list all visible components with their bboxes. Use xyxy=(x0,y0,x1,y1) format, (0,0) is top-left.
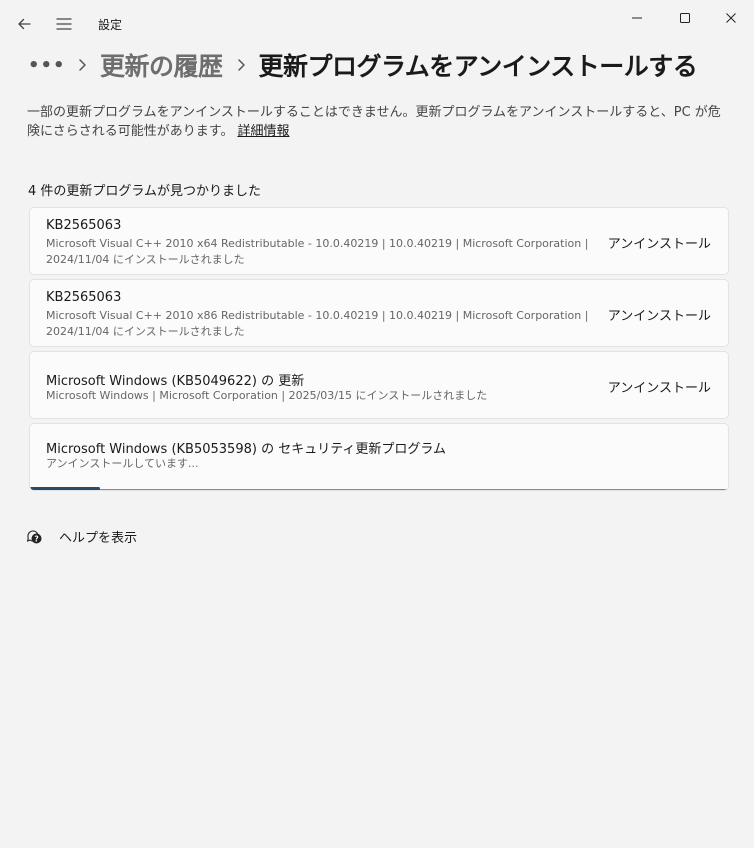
learn-more-link[interactable]: 詳細情報 xyxy=(237,124,289,139)
uninstall-progress-bar xyxy=(30,487,100,490)
update-meta: Microsoft Visual C++ 2010 x64 Redistribu… xyxy=(46,236,606,268)
maximize-icon xyxy=(680,13,690,23)
update-title: KB2565063 xyxy=(46,290,122,305)
nav-menu-button[interactable] xyxy=(52,12,76,36)
uninstall-button[interactable]: アンインストール xyxy=(608,377,711,396)
close-icon xyxy=(726,13,736,23)
update-title: Microsoft Windows (KB5049622) の 更新 xyxy=(46,374,305,389)
update-meta-line1: Microsoft Windows | Microsoft Corporatio… xyxy=(46,389,488,402)
update-item: Microsoft Windows (KB5049622) の 更新 Micro… xyxy=(29,351,729,419)
update-item: KB2565063 Microsoft Visual C++ 2010 x64 … xyxy=(29,207,729,275)
title-bar: 設定 xyxy=(0,0,754,48)
close-button[interactable] xyxy=(708,4,754,32)
update-item: KB2565063 Microsoft Visual C++ 2010 x86 … xyxy=(29,279,729,347)
chevron-right-icon xyxy=(64,58,100,72)
uninstall-button[interactable]: アンインストール xyxy=(608,233,711,252)
description-text: 一部の更新プログラムをアンインストールすることはできません。更新プログラムをアン… xyxy=(27,105,721,139)
window-title: 設定 xyxy=(98,18,123,32)
back-arrow-icon xyxy=(18,18,31,30)
svg-text:?: ? xyxy=(34,534,38,543)
minimize-icon xyxy=(632,17,642,19)
update-meta: Microsoft Visual C++ 2010 x86 Redistribu… xyxy=(46,308,606,340)
updates-count-label: 4 件の更新プログラムが見つかりました xyxy=(28,184,262,199)
update-meta-line1: Microsoft Visual C++ 2010 x64 Redistribu… xyxy=(46,237,589,250)
progress-track xyxy=(30,489,728,490)
update-status: アンインストールしています... xyxy=(46,457,199,470)
hamburger-icon xyxy=(56,18,72,30)
breadcrumb-overflow-button[interactable]: ••• xyxy=(28,55,65,76)
breadcrumb: ••• 更新の履歴 更新プログラムをアンインストールする xyxy=(28,44,698,86)
page-description: 一部の更新プログラムをアンインストールすることはできません。更新プログラムをアン… xyxy=(27,103,727,141)
back-button[interactable] xyxy=(12,12,36,36)
uninstall-button[interactable]: アンインストール xyxy=(608,305,711,324)
help-chat-icon: ? xyxy=(25,527,43,545)
update-meta-line2: 2024/11/04 にインストールされました xyxy=(46,253,245,266)
breadcrumb-update-history[interactable]: 更新の履歴 xyxy=(100,47,223,83)
minimize-button[interactable] xyxy=(614,4,660,32)
page-title: 更新プログラムをアンインストールする xyxy=(258,52,698,81)
update-meta-line1: Microsoft Visual C++ 2010 x86 Redistribu… xyxy=(46,309,589,322)
chevron-right-icon xyxy=(223,58,259,72)
update-item-uninstalling: Microsoft Windows (KB5053598) の セキュリティ更新… xyxy=(29,423,729,491)
get-help-link[interactable]: ? ヘルプを表示 xyxy=(25,524,137,548)
update-meta-line2: 2024/11/04 にインストールされました xyxy=(46,325,245,338)
maximize-button[interactable] xyxy=(662,4,708,32)
help-label: ヘルプを表示 xyxy=(59,530,138,546)
update-meta: Microsoft Windows | Microsoft Corporatio… xyxy=(46,388,606,404)
update-title: Microsoft Windows (KB5053598) の セキュリティ更新… xyxy=(46,442,447,457)
update-title: KB2565063 xyxy=(46,218,122,233)
